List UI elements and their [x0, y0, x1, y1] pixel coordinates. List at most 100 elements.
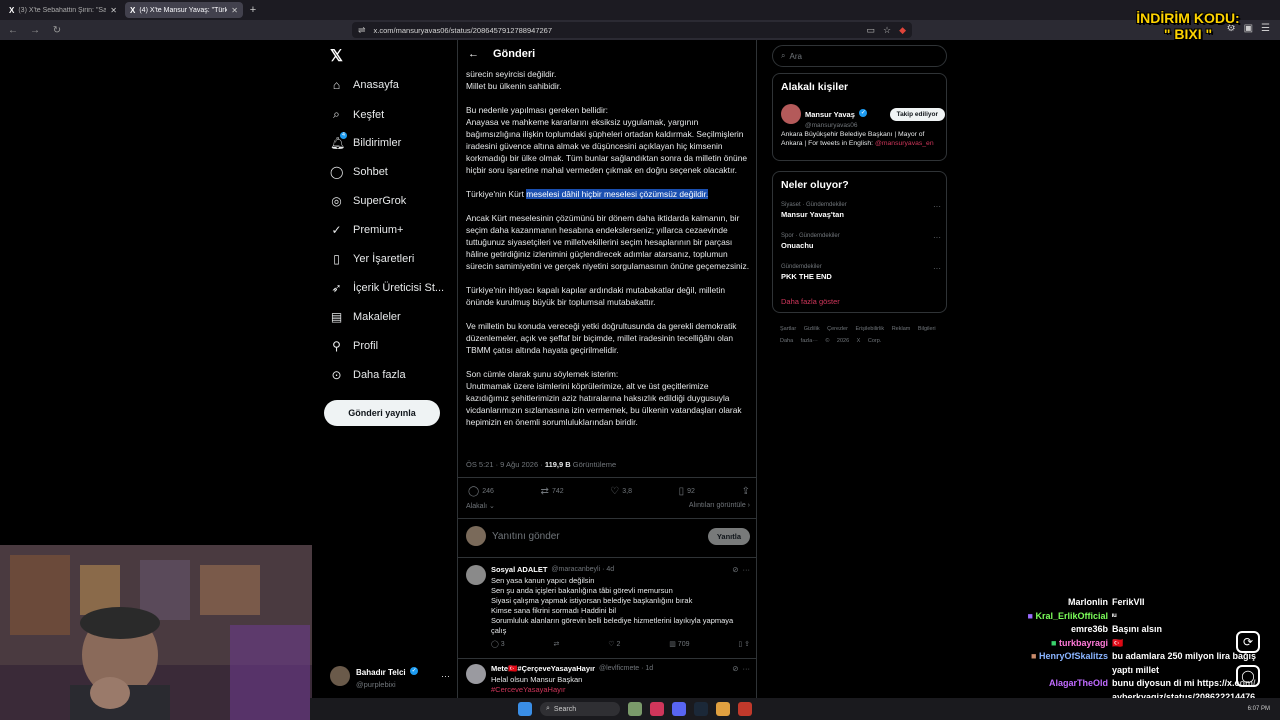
avatar[interactable] — [781, 104, 801, 124]
grok-icon[interactable]: ⊘ — [732, 565, 738, 575]
reply-button[interactable]: ◯ 3 — [491, 640, 505, 650]
windows-start-icon[interactable] — [518, 702, 532, 716]
avatar — [466, 526, 486, 546]
bookmark-icon: ▯ — [678, 486, 685, 497]
back-icon[interactable]: ← — [6, 25, 20, 36]
browser-tab[interactable]: X(3) X'te Sebahattin Şirin: "Sayın Akın … — [4, 2, 122, 18]
post-paragraph: Ancak Kürt meselesinin çözümünü bir döne… — [466, 213, 750, 271]
post-paragraph: Bu nedenle yapılması gereken bellidir: A… — [466, 105, 748, 175]
avatar[interactable] — [466, 664, 486, 684]
close-tab-icon[interactable]: ✕ — [110, 6, 117, 15]
grok-icon[interactable]: ⊘ — [732, 664, 738, 674]
page-header: ← Gönderi — [458, 40, 756, 67]
show-more-link[interactable]: Daha fazla göster — [781, 297, 840, 306]
more-dots-icon[interactable]: ··· — [743, 664, 751, 674]
bookmark-button[interactable]: ▯ 92 — [679, 486, 695, 497]
reply-submit-button[interactable]: Yanıtla — [707, 527, 750, 545]
extension-icon[interactable]: ◆ — [899, 25, 906, 36]
heart-icon: ♡ — [610, 486, 620, 497]
steam-icon[interactable] — [694, 702, 708, 716]
share-icon[interactable]: ▯ ⇪ — [738, 640, 750, 650]
reply-item[interactable]: Sosyal ADALET @maracanbeyli · 4d ⊘ ··· Sen … — [466, 565, 750, 650]
account-switcher[interactable]: Bahadır Telci ✓ @purplebixi ··· — [330, 662, 450, 689]
reader-icon[interactable]: ▭ — [866, 25, 875, 36]
avatar[interactable] — [466, 565, 486, 585]
chat-message: ■ turkbayragi 🇹🇷 — [1051, 637, 1124, 648]
nav-chat[interactable]: ◯ Sohbet — [330, 165, 388, 179]
nav-more[interactable]: ⊙ Daha fazla — [330, 368, 405, 382]
brave-browser-icon[interactable] — [650, 702, 664, 716]
reload-icon[interactable]: ↻ — [50, 25, 64, 36]
person-icon: ⚲ — [332, 339, 341, 353]
browser-tab-active[interactable]: X(4) X'te Mansur Yavaş: "Türkiye'n…✕ — [125, 2, 243, 18]
new-tab-button[interactable]: + — [246, 4, 260, 16]
more-dots-icon[interactable]: ··· — [441, 671, 450, 681]
nav-creator-studio[interactable]: ➶ İçerik Üreticisi St... — [330, 281, 444, 295]
forward-icon[interactable]: → — [28, 25, 42, 36]
selected-text[interactable]: meselesi dâhil hiçbir meselesi çözümsüz … — [526, 189, 709, 199]
view-quotes-link[interactable]: Alıntıları görüntüle › — [689, 502, 750, 510]
address-bar[interactable]: ⇌ x.com/mansuryavas06/status/20864579127… — [352, 22, 912, 38]
reply-item[interactable]: Mete🇹🇷#ÇerçeveYasayaHayır @levlficmete · … — [466, 664, 750, 695]
obs-icon[interactable] — [738, 702, 752, 716]
repost-button[interactable]: ⇄ — [554, 640, 560, 650]
promo-overlay: İNDİRİM KODU: " BIXI " — [1136, 10, 1240, 42]
rocket-icon: ➶ — [331, 281, 342, 295]
search-icon: ⌕ — [333, 107, 340, 121]
more-dots-icon[interactable]: ··· — [743, 565, 751, 575]
post-actions: ◯ 246 ⇄ 742 ♡ 3,8 ▯ 92 ⇪ — [468, 486, 750, 497]
url-text[interactable]: x.com/mansuryavas06/status/2086457912788… — [374, 26, 859, 35]
following-button[interactable]: Takip ediliyor — [889, 108, 945, 121]
more-dots-icon[interactable]: ··· — [933, 264, 941, 273]
reply-icon: ◯ — [468, 486, 480, 497]
taskbar-search[interactable]: ⌕ Search — [540, 702, 620, 716]
webcam-overlay — [0, 545, 312, 720]
share-button[interactable]: ⇪ — [742, 486, 750, 497]
trend-item[interactable]: Spor · Gündemdekiler Onuachu ··· — [781, 233, 941, 250]
post-body: sürecin seyircisi değildir. Millet bu ül… — [466, 68, 751, 440]
more-dots-icon[interactable]: ··· — [933, 233, 941, 242]
repost-icon: ⇄ — [540, 486, 549, 497]
reply-text: Helal olsun Mansur Başkan — [491, 675, 583, 684]
widget-icon[interactable] — [628, 702, 642, 716]
like-button[interactable]: ♡ 2 — [608, 640, 620, 650]
close-tab-icon[interactable]: ✕ — [231, 6, 238, 15]
more-circle-icon: ⊙ — [331, 368, 342, 382]
main-column: ← Gönderi sürecin seyircisi değildir. Mi… — [457, 40, 757, 720]
post-paragraph: sürecin seyircisi değildir. Millet bu ül… — [466, 69, 562, 91]
nav-explore[interactable]: ⌕ Keşfet — [330, 107, 384, 122]
views-button[interactable]: ▥ 709 — [669, 640, 689, 650]
like-button[interactable]: ♡ 3,8 — [610, 486, 632, 497]
x-logo-icon[interactable]: 𝕏 — [330, 46, 343, 66]
site-info-icon[interactable]: ⇌ — [358, 25, 366, 36]
folder-icon[interactable] — [716, 702, 730, 716]
divider — [458, 477, 756, 478]
relevant-person[interactable]: Mansur Yavaş ✓ @mansuryavas06 Takip edil… — [781, 104, 945, 129]
nav-profile[interactable]: ⚲ Profil — [330, 339, 378, 353]
bio-text: Ankara Büyükşehir Belediye Başkanı | May… — [781, 131, 934, 147]
related-dropdown[interactable]: Alakalı ⌄ — [466, 502, 495, 510]
post-button[interactable]: Gönderi yayınla — [324, 400, 440, 426]
discord-icon[interactable] — [672, 702, 686, 716]
more-dots-icon[interactable]: ··· — [933, 202, 941, 211]
nav-home[interactable]: ⌂ Anasayfa — [330, 78, 399, 92]
reply-input[interactable]: Yanıtını gönder — [492, 531, 702, 542]
search-icon: ⌕ — [546, 705, 550, 712]
post-paragraph: Türkiye'nin ihtiyacı kapalı kapılar ardı… — [466, 285, 726, 307]
nav-articles[interactable]: ▤ Makaleler — [330, 310, 401, 324]
repost-button[interactable]: ⇄ 742 — [541, 486, 564, 497]
nav-notifications[interactable]: 🔔︎ 4 Bildirimler — [330, 132, 401, 150]
reply-button[interactable]: ◯ 246 — [468, 486, 494, 497]
back-arrow-icon[interactable]: ← — [468, 48, 479, 60]
menu-icon[interactable]: ☰ — [1261, 23, 1270, 34]
trend-item[interactable]: Gündemdekiler PKK THE END ··· — [781, 264, 941, 281]
nav-bookmarks[interactable]: ▯ Yer İşaretleri — [330, 252, 414, 266]
bookmark-star-icon[interactable]: ☆ — [883, 25, 891, 36]
nav-premium[interactable]: ✓ Premium+ — [330, 223, 403, 237]
trend-item[interactable]: Siyaset · Gündemdekiler Mansur Yavaş'tan ·… — [781, 202, 941, 219]
hashtag-link[interactable]: #CerceveYasayaHayır — [491, 685, 750, 695]
search-input[interactable]: ⌕ Ara — [772, 45, 947, 67]
footer-links[interactable]: Şartlar Gizlilik Çerezler Erişilebilirli… — [780, 323, 945, 347]
nav-supergrok[interactable]: ◎ SuperGrok — [330, 194, 406, 208]
share-icon: ⇪ — [741, 486, 750, 497]
